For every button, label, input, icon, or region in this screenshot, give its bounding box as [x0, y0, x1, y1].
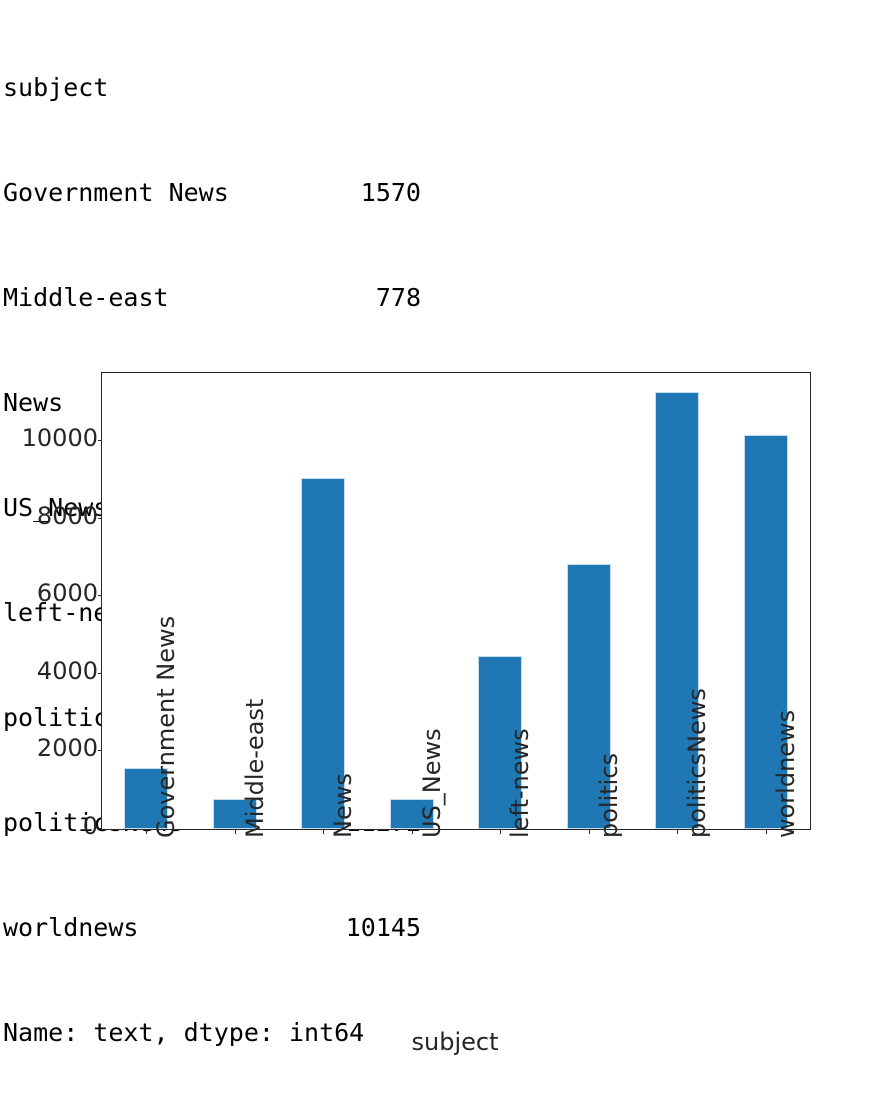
y-axis-tick-label: 10000	[21, 424, 98, 453]
x-axis-tick	[677, 829, 679, 834]
x-axis-tick	[588, 829, 590, 834]
series-row-value: 778	[375, 283, 421, 312]
x-axis-tick-label: Government News	[152, 615, 181, 838]
x-axis-tick	[411, 829, 413, 834]
x-axis-tick	[323, 829, 325, 834]
y-axis-tick-label: 0	[82, 812, 98, 840]
series-row-value: 1570	[360, 178, 421, 207]
y-axis-tick-label: 6000	[36, 579, 98, 608]
x-axis-tick	[234, 829, 236, 834]
y-axis-tick-label: 4000	[36, 656, 98, 685]
x-axis-tick-label: US_News	[417, 728, 446, 838]
series-row: Government News 1570	[0, 175, 440, 210]
x-axis-tick-label: politicsNews	[683, 688, 712, 838]
series-header: subject	[3, 73, 109, 102]
x-axis-label: subject	[411, 1028, 499, 1056]
x-axis-tick-label: Middle-east	[240, 698, 269, 838]
x-axis-tick-label: left-news	[506, 728, 535, 838]
y-axis-tick-label: 8000	[36, 501, 98, 530]
series-header-row: subject	[0, 70, 440, 105]
x-axis-tick-label: politics	[594, 752, 623, 838]
x-axis-tick	[500, 829, 502, 834]
x-axis-tick	[146, 829, 148, 834]
x-axis-tick-label: worldnews	[771, 709, 800, 838]
x-axis-tick-label: News	[329, 773, 358, 838]
series-row: Middle-east 778	[0, 280, 440, 315]
bar-chart-figure: 0 2000 4000 6000 8000 10000 Government News Mi…	[0, 360, 875, 1071]
x-axis-tick	[765, 829, 767, 834]
y-axis-tick-label: 2000	[36, 734, 98, 763]
